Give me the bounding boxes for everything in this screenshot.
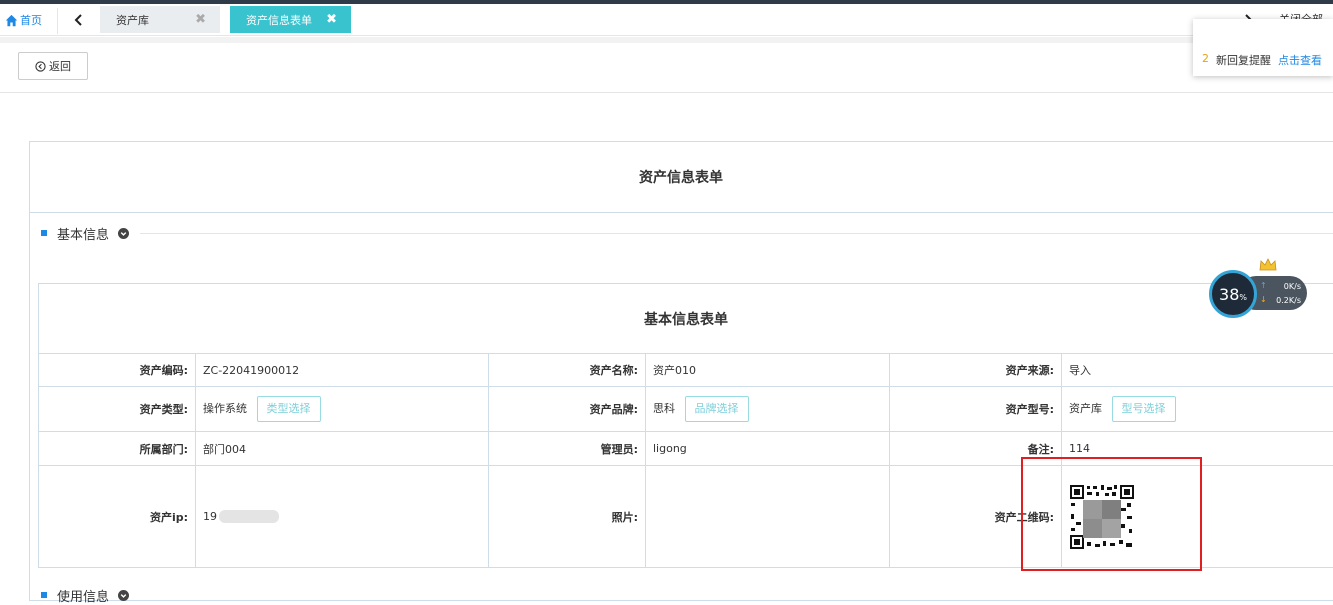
network-speed-widget[interactable]: 38% ↑ 0K/s ↓ 0.2K/s bbox=[1209, 268, 1309, 320]
section-divider bbox=[140, 233, 1333, 234]
field-label: 资产ip: bbox=[39, 466, 196, 568]
notification-view-link[interactable]: 点击查看 bbox=[1278, 52, 1322, 68]
asset-source-value: 导入 bbox=[1062, 354, 1333, 387]
field-label: 资产品牌: bbox=[489, 387, 646, 432]
section-usage-info-label: 使用信息 bbox=[57, 586, 109, 605]
asset-brand-value: 思科 bbox=[653, 402, 675, 415]
asset-ip-cell: 19 bbox=[196, 466, 489, 568]
memory-percent: 38 bbox=[1219, 285, 1239, 304]
type-select-button[interactable]: 类型选择 bbox=[257, 396, 321, 422]
admin-value: ligong bbox=[646, 432, 890, 466]
field-label: 资产名称: bbox=[489, 354, 646, 387]
section-basic-info-label: 基本信息 bbox=[57, 224, 109, 243]
table-row: 资产编码: ZC-22041900012 资产名称: 资产010 资产来源: 导… bbox=[39, 354, 1333, 387]
form-title: 资产信息表单 bbox=[29, 141, 1333, 213]
back-button[interactable]: 返回 bbox=[18, 52, 88, 80]
field-label: 资产来源: bbox=[890, 354, 1062, 387]
upload-speed: 0K/s bbox=[1261, 282, 1301, 291]
close-icon[interactable]: ✖ bbox=[326, 12, 337, 27]
redacted-ip-blur bbox=[219, 510, 279, 523]
asset-type-value: 操作系统 bbox=[203, 402, 247, 415]
close-icon[interactable]: ✖ bbox=[195, 12, 206, 27]
notification-count: 2 bbox=[1202, 52, 1209, 65]
table-title: 基本信息表单 bbox=[39, 284, 1333, 354]
toolbar-divider bbox=[0, 92, 1333, 93]
tab-asset-info-form-label: 资产信息表单 bbox=[246, 12, 312, 28]
table-row: 资产类型: 操作系统 类型选择 资产品牌: 思科 品牌选择 资产型号: 资产库 … bbox=[39, 387, 1333, 432]
notification-popup: 2 新回复提醒 点击查看 bbox=[1193, 19, 1333, 76]
tabs-scroll-left-button[interactable] bbox=[70, 11, 88, 29]
brand-select-button[interactable]: 品牌选择 bbox=[685, 396, 749, 422]
chevron-down-icon[interactable] bbox=[118, 228, 129, 239]
asset-name-value: 资产010 bbox=[646, 354, 890, 387]
tab-bar: 首页 资产库 ✖ 资产信息表单 ✖ 关闭全部 bbox=[0, 4, 1333, 36]
chevron-left-icon bbox=[74, 14, 84, 26]
section-usage-info[interactable]: 使用信息 bbox=[41, 586, 129, 604]
memory-percent-unit: % bbox=[1239, 293, 1247, 302]
memory-usage-gauge: 38% bbox=[1209, 270, 1257, 318]
field-label: 照片: bbox=[489, 466, 646, 568]
content-gap bbox=[0, 37, 1333, 43]
asset-type-cell: 操作系统 类型选择 bbox=[196, 387, 489, 432]
asset-model-cell: 资产库 型号选择 bbox=[1062, 387, 1333, 432]
table-header-row: 基本信息表单 bbox=[39, 284, 1333, 354]
field-label: 资产类型: bbox=[39, 387, 196, 432]
asset-code-value: ZC-22041900012 bbox=[196, 354, 489, 387]
chevron-down-icon[interactable] bbox=[118, 590, 129, 601]
field-label: 资产编码: bbox=[39, 354, 196, 387]
field-label: 管理员: bbox=[489, 432, 646, 466]
field-label: 资产型号: bbox=[890, 387, 1062, 432]
asset-ip-value: 19 bbox=[203, 510, 217, 523]
notification-text: 新回复提醒 bbox=[1216, 52, 1271, 68]
asset-brand-cell: 思科 品牌选择 bbox=[646, 387, 890, 432]
qr-highlight-box bbox=[1021, 457, 1202, 571]
download-speed: 0.2K/s bbox=[1261, 296, 1301, 305]
home-icon bbox=[5, 14, 18, 27]
asset-model-value: 资产库 bbox=[1069, 402, 1102, 415]
photo-value bbox=[646, 466, 890, 568]
home-tab[interactable]: 首页 bbox=[5, 11, 42, 29]
tab-divider bbox=[57, 8, 58, 34]
tab-asset-info-form[interactable]: 资产信息表单 ✖ bbox=[230, 6, 351, 33]
department-value: 部门004 bbox=[196, 432, 489, 466]
back-button-label: 返回 bbox=[49, 58, 71, 74]
model-select-button[interactable]: 型号选择 bbox=[1112, 396, 1176, 422]
tab-asset-library-label: 资产库 bbox=[116, 12, 149, 28]
section-marker bbox=[41, 230, 47, 236]
section-basic-info[interactable]: 基本信息 bbox=[41, 224, 129, 242]
section-marker bbox=[41, 592, 47, 598]
field-label: 所属部门: bbox=[39, 432, 196, 466]
tab-asset-library[interactable]: 资产库 ✖ bbox=[100, 6, 220, 33]
home-tab-label: 首页 bbox=[20, 12, 42, 28]
back-circle-icon bbox=[35, 61, 46, 72]
crown-icon bbox=[1259, 258, 1277, 272]
